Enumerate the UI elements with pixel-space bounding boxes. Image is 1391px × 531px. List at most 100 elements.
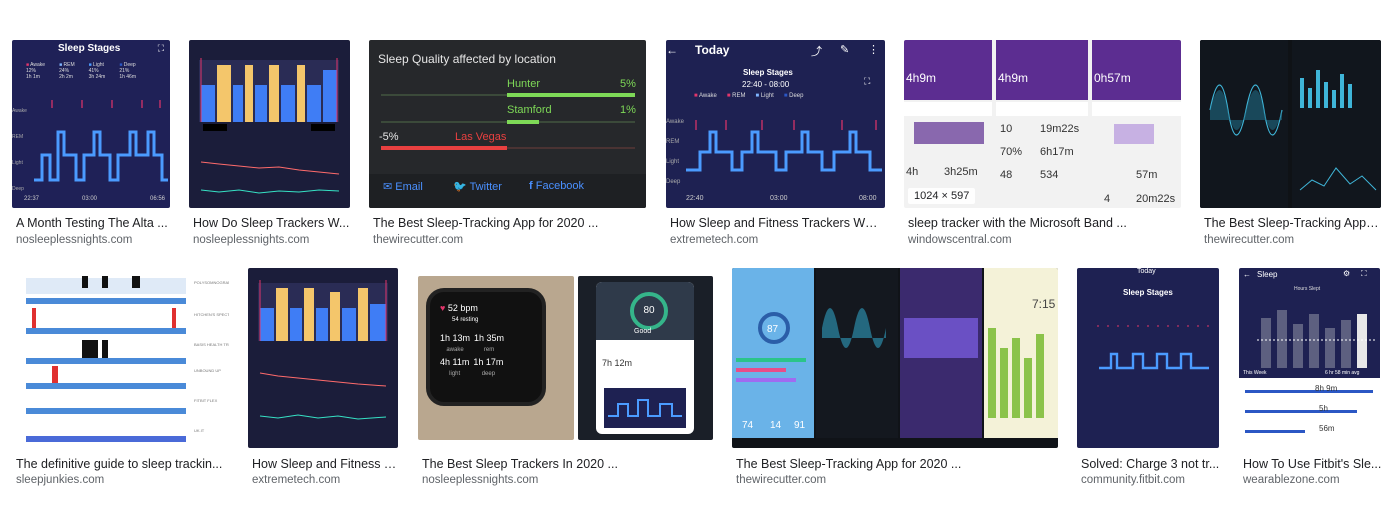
result-domain[interactable]: thewirecutter.com: [373, 234, 463, 246]
watch-bpm: 52 bpm: [447, 303, 478, 313]
result-thumbnail[interactable]: [248, 268, 398, 448]
svg-text:10: 10: [1000, 123, 1012, 135]
svg-text:87: 87: [767, 324, 779, 335]
result-card-11[interactable]: Today Sleep Stages Solved: Charge 3 not …: [1077, 268, 1221, 493]
result-domain[interactable]: extremetech.com: [252, 474, 340, 486]
result-title[interactable]: Solved: Charge 3 not tr...: [1081, 457, 1221, 471]
result-thumbnail[interactable]: Sleep Stages ⛶ ■ Awake 12% 1h 1m ■ REM 24% 2…: [12, 40, 170, 208]
svg-text:BASIS HEALTH TRACKER: BASIS HEALTH TRACKER: [194, 342, 229, 347]
svg-text:91: 91: [794, 420, 806, 431]
result-domain[interactable]: wearablezone.com: [1243, 474, 1340, 486]
location-hunter: Hunter: [507, 78, 541, 90]
result-domain[interactable]: thewirecutter.com: [1204, 234, 1294, 246]
result-thumbnail[interactable]: 87 7:15 74 14 91: [732, 268, 1058, 448]
result-domain[interactable]: nosleeplessnights.com: [193, 234, 309, 246]
svg-text:14: 14: [770, 420, 782, 431]
svg-text:6h17m: 6h17m: [1040, 146, 1074, 158]
image-size-badge: 1024 × 597: [908, 188, 976, 204]
result-card-2[interactable]: How Do Sleep Trackers W... nosleeplessni…: [189, 40, 351, 250]
result-domain[interactable]: extremetech.com: [670, 234, 758, 246]
result-title[interactable]: sleep tracker with the Microsoft Band ..…: [908, 216, 1180, 230]
svg-text:7:15: 7:15: [1032, 297, 1056, 311]
result-card-7[interactable]: POLYSOMNOGRAM HITCHEN'S SPECTRUM BASIS HE…: [12, 268, 232, 493]
hours-slept-chart: [1257, 310, 1375, 368]
time-start: 22:40: [686, 195, 704, 202]
svg-text:4h9m: 4h9m: [906, 71, 936, 85]
svg-text:4h9m: 4h9m: [998, 71, 1028, 85]
result-thumbnail[interactable]: ← Sleep ⚙ ⛶ Hours Slept This Week 6 hr 5…: [1239, 268, 1380, 448]
result-card-1[interactable]: Sleep Stages ⛶ ■ Awake 12% 1h 1m ■ REM 24% 2…: [12, 40, 170, 250]
result-title[interactable]: The Best Sleep Trackers In 2020 ...: [422, 457, 714, 471]
result-domain[interactable]: sleepjunkies.com: [16, 474, 104, 486]
result-card-6[interactable]: The Best Sleep-Tracking App f... thewire…: [1200, 40, 1382, 250]
svg-text:19m22s: 19m22s: [1040, 123, 1080, 135]
svg-text:534: 534: [1040, 169, 1058, 181]
time-end: 06:56: [150, 196, 166, 202]
result-card-3[interactable]: Sleep Quality affected by location Hunte…: [369, 40, 647, 250]
result-domain[interactable]: community.fitbit.com: [1081, 474, 1185, 486]
result-thumbnail[interactable]: [189, 40, 350, 208]
result-title[interactable]: How Sleep and Fitness Trackers Wor...: [670, 216, 884, 230]
svg-text:70%: 70%: [1000, 146, 1022, 158]
location-stamford: Stamford: [507, 104, 552, 116]
result-thumbnail[interactable]: 4h9m 4h9m 0h57m 4h 3h25m 10 70% 48 19m22…: [904, 40, 1181, 208]
share-facebook-button[interactable]: f Facebook: [529, 180, 584, 192]
result-title[interactable]: The Best Sleep-Tracking App f...: [1204, 216, 1382, 230]
svg-text:4h: 4h: [906, 166, 918, 178]
svg-text:FITBIT FLEX: FITBIT FLEX: [194, 398, 218, 403]
wave-charts: [1200, 40, 1381, 208]
time-start: 22:37: [24, 196, 40, 202]
result-card-8[interactable]: How Sleep and Fitness T... extremetech.c…: [248, 268, 400, 493]
result-domain[interactable]: windowscentral.com: [908, 234, 1012, 246]
sleep-bars-chart: [199, 58, 340, 194]
svg-text:POLYSOMNOGRAM: POLYSOMNOGRAM: [194, 280, 229, 285]
result-title[interactable]: The Best Sleep-Tracking App for 2020 ...: [736, 457, 1058, 471]
result-card-9[interactable]: ♥ 52 bpm 54 resting 1h 13m awake 1h 35m re…: [418, 268, 714, 493]
result-thumbnail[interactable]: ♥ 52 bpm 54 resting 1h 13m awake 1h 35m re…: [418, 276, 574, 440]
result-card-12[interactable]: ← Sleep ⚙ ⛶ Hours Slept This Week 6 hr 5…: [1239, 268, 1383, 493]
time-mid: 03:00: [82, 196, 98, 202]
svg-text:3h25m: 3h25m: [944, 166, 978, 178]
location-las-vegas: Las Vegas: [455, 131, 507, 143]
svg-text:UNBOUND UP: UNBOUND UP: [194, 368, 221, 373]
svg-text:57m: 57m: [1136, 169, 1157, 181]
svg-text:20m22s: 20m22s: [1136, 193, 1176, 205]
result-title[interactable]: A Month Testing The Alta ...: [16, 216, 174, 230]
svg-text:4: 4: [1104, 193, 1110, 205]
result-title[interactable]: How Sleep and Fitness T...: [252, 457, 400, 471]
result-thumbnail[interactable]: [1200, 40, 1381, 208]
time-end: 08:00: [859, 195, 877, 202]
svg-text:0h57m: 0h57m: [1094, 71, 1131, 85]
svg-text:HITCHEN'S SPECTRUM: HITCHEN'S SPECTRUM: [194, 312, 229, 317]
result-card-5[interactable]: 4h9m 4h9m 0h57m 4h 3h25m 10 70% 48 19m22…: [904, 40, 1182, 250]
result-thumbnail[interactable]: Sleep Quality affected by location Hunte…: [369, 40, 646, 208]
hypnogram-chart: [1083, 325, 1213, 432]
result-thumbnail[interactable]: Today Sleep Stages: [1077, 268, 1219, 448]
time-mid: 03:00: [770, 195, 788, 202]
result-title[interactable]: How To Use Fitbit's Sle...: [1243, 457, 1383, 471]
result-title[interactable]: The Best Sleep-Tracking App for 2020 ...: [373, 216, 645, 230]
result-thumbnail[interactable]: POLYSOMNOGRAM HITCHEN'S SPECTRUM BASIS HE…: [12, 268, 229, 448]
thumb-heading: Sleep Quality affected by location: [378, 52, 556, 66]
svg-text:48: 48: [1000, 169, 1012, 181]
phone-hypnogram: [608, 399, 682, 417]
result-thumbnail-phone[interactable]: 80 Good 7h 12m: [578, 276, 713, 440]
share-email-button[interactable]: ✉ Email: [383, 180, 423, 193]
hypnogram-chart: 22:40 03:00 08:00: [686, 120, 882, 202]
result-card-10[interactable]: 87 7:15 74 14 91 The Best Sleep-Tracking…: [732, 268, 1060, 493]
result-title[interactable]: How Do Sleep Trackers W...: [193, 216, 353, 230]
app-screens: 87 7:15 74 14 91: [732, 268, 1058, 438]
result-title[interactable]: The definitive guide to sleep trackin...: [16, 457, 228, 471]
result-domain[interactable]: nosleeplessnights.com: [16, 234, 132, 246]
sleep-bars-chart: [258, 280, 388, 420]
result-domain[interactable]: nosleeplessnights.com: [422, 474, 538, 486]
svg-text:74: 74: [742, 420, 754, 431]
hypnogram-chart: 22:37 03:00 06:56: [24, 100, 168, 202]
svg-text:UK.IT: UK.IT: [194, 428, 205, 433]
stacked-hypnograms: POLYSOMNOGRAM HITCHEN'S SPECTRUM BASIS HE…: [26, 276, 229, 442]
band-screens: 4h9m 4h9m 0h57m 4h 3h25m 10 70% 48 19m22…: [904, 40, 1181, 205]
result-domain[interactable]: thewirecutter.com: [736, 474, 826, 486]
result-thumbnail[interactable]: ← Today ⤴ ✎ ⋮ Sleep Stages 22:40 - 08:00…: [666, 40, 885, 208]
share-twitter-button[interactable]: 🐦 Twitter: [453, 180, 502, 193]
result-card-4[interactable]: ← Today ⤴ ✎ ⋮ Sleep Stages 22:40 - 08:00…: [666, 40, 886, 250]
